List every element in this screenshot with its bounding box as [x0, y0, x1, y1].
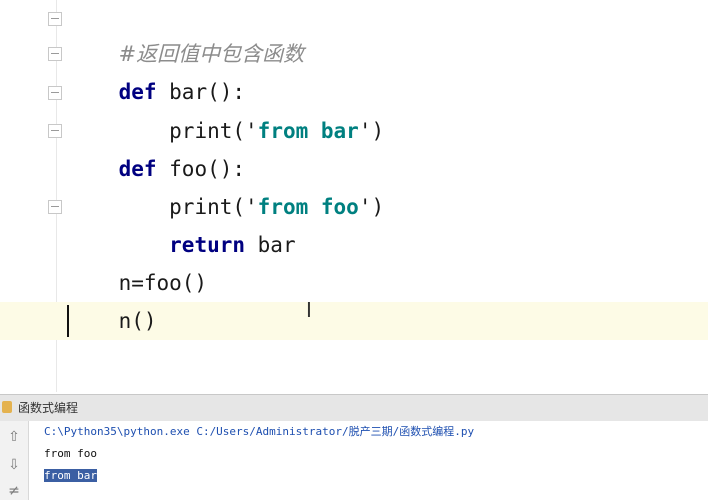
code-line-def-foo[interactable]: def foo(): — [68, 112, 245, 181]
console-output-line: from foo — [44, 447, 97, 460]
code-line-assign[interactable]: n=foo() — [68, 226, 208, 295]
fold-marker-icon[interactable] — [48, 200, 62, 214]
arrow-down-icon[interactable]: ⇩ — [6, 457, 22, 473]
code-text: ') — [358, 119, 385, 143]
code-line-print-bar[interactable]: print('from bar') — [68, 74, 384, 143]
code-text: bar — [245, 233, 296, 257]
fold-marker-icon[interactable] — [48, 86, 62, 100]
ibeam-cursor-icon: I — [306, 298, 312, 322]
soft-wrap-icon[interactable]: ≠ — [6, 483, 22, 499]
run-console[interactable]: ⇧ ⇩ ≠ C:\Python35\python.exe C:/Users/Ad… — [0, 421, 708, 500]
text-caret — [67, 305, 69, 337]
run-panel-title: 函数式编程 — [18, 401, 79, 415]
console-command-line: C:\Python35\python.exe C:/Users/Administ… — [44, 425, 475, 438]
code-line-print-foo[interactable]: print('from foo') — [68, 150, 384, 219]
console-output-line-selected: from bar — [44, 468, 97, 484]
console-toolbar: ⇧ ⇩ ≠ — [0, 421, 29, 500]
code-line-def-bar[interactable]: def bar(): — [68, 35, 245, 104]
code-line-return[interactable]: return bar — [68, 188, 295, 257]
arrow-up-icon[interactable]: ⇧ — [6, 429, 22, 445]
code-text: ') — [358, 195, 385, 219]
fold-marker-icon[interactable] — [48, 47, 62, 61]
fold-marker-icon[interactable] — [48, 12, 62, 26]
code-line-call[interactable]: n() — [68, 264, 157, 333]
run-panel-header[interactable]: 函数式编程 — [0, 394, 708, 422]
string-literal: from bar — [257, 119, 359, 143]
code-editor[interactable]: #返回值中包含函数 def bar(): print('from bar') d… — [0, 0, 708, 392]
selected-text: from bar — [44, 469, 97, 482]
python-file-icon — [2, 401, 12, 413]
code-line-comment[interactable]: #返回值中包含函数 — [68, 0, 305, 66]
code-text: n() — [118, 309, 157, 333]
fold-marker-icon[interactable] — [48, 124, 62, 138]
